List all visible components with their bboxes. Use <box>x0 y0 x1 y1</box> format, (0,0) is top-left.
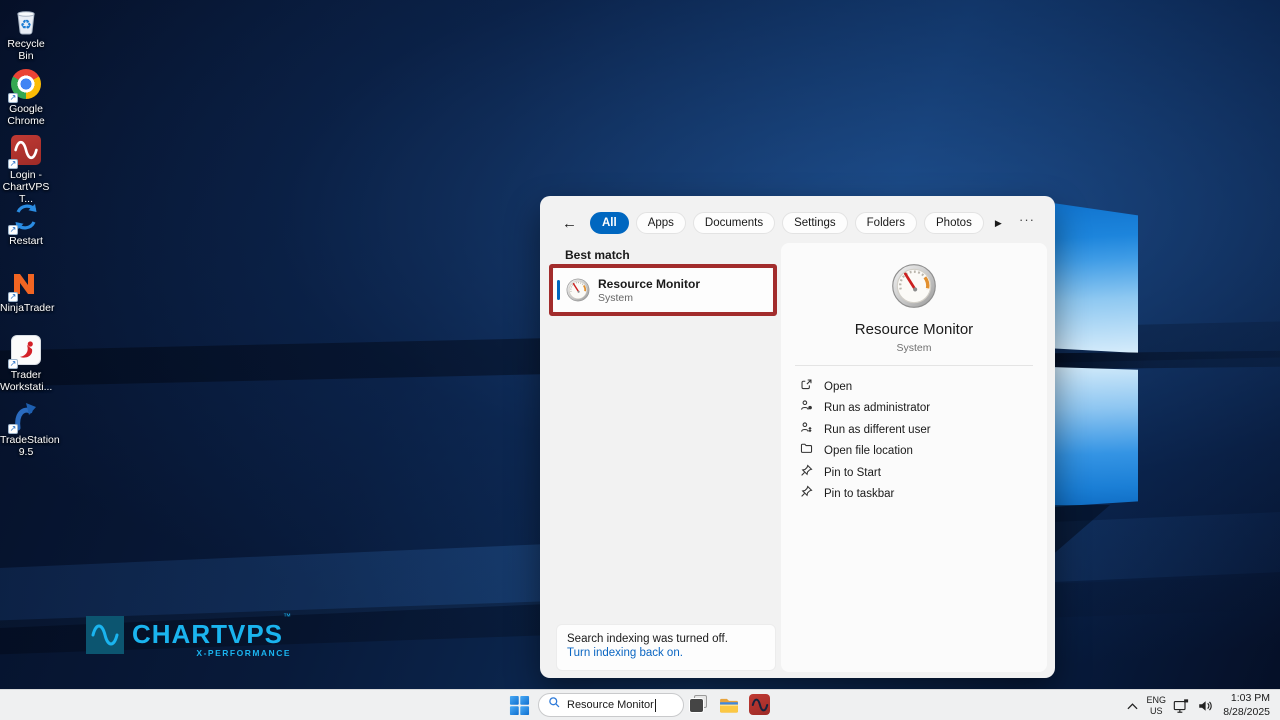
network-icon[interactable] <box>1169 698 1193 714</box>
search-icon <box>548 696 561 714</box>
action-pin-to-start[interactable]: Pin to Start <box>791 462 1037 483</box>
tab-documents[interactable]: Documents <box>692 212 776 234</box>
brand-name: CHARTVPS <box>132 619 284 649</box>
desktop-icon-restart[interactable]: ↗ Restart <box>0 201 52 248</box>
desktop-icon-label: Google Chrome <box>7 103 45 127</box>
pin-icon <box>791 463 813 482</box>
best-match-section-label: Best match <box>565 248 630 262</box>
start-button[interactable] <box>509 695 530 716</box>
detail-title: Resource Monitor <box>854 321 974 338</box>
open-icon <box>791 378 813 396</box>
svg-text:♻: ♻ <box>20 17 32 32</box>
wallpaper-shadow-wedge <box>1050 505 1110 557</box>
indexing-notice-link[interactable]: Turn indexing back on. <box>567 647 765 659</box>
result-subtitle: System <box>598 291 634 304</box>
chartvps-watermark: CHARTVPS™ X-PERFORMANCE <box>86 612 291 658</box>
clock[interactable]: 1:03 PM 8/28/2025 <box>1223 692 1270 718</box>
desktop-icon-label: Trader Workstati... <box>0 369 53 393</box>
desktop-icon-google-chrome[interactable]: ↗ Google Chrome <box>0 68 52 128</box>
text-caret <box>654 698 656 712</box>
chartvps-logo-icon <box>86 616 124 654</box>
wallpaper-windows-logo-top-pane <box>1050 202 1138 353</box>
shortcut-arrow-icon: ↗ <box>8 424 18 434</box>
tray-chevron-up-icon[interactable] <box>1121 697 1143 715</box>
tab-folders[interactable]: Folders <box>854 212 918 234</box>
desktop-icon-label: NinjaTrader <box>0 302 55 314</box>
system-tray: ENG US 1:03 PM 8/28/2025 <box>1121 690 1280 720</box>
run-as-admin-icon <box>791 399 813 417</box>
resource-monitor-gauge-icon <box>566 278 590 302</box>
wallpaper-windows-logo-bottom-pane <box>1050 367 1138 507</box>
action-run-as-different-user[interactable]: Run as different user <box>791 419 1037 440</box>
desktop-icon-label: Login - ChartVPS T... <box>2 169 50 205</box>
shortcut-arrow-icon: ↗ <box>8 292 18 302</box>
action-open[interactable]: Open <box>791 376 1037 397</box>
more-tabs-icon[interactable]: ▶ <box>995 218 1002 229</box>
detail-subtitle: System <box>896 342 932 354</box>
desktop-icon-label: TradeStation 9.5 <box>0 434 60 458</box>
shortcut-arrow-icon: ↗ <box>8 359 18 369</box>
desktop: ♻ Recycle Bin ↗ Google Chrome ↗ Login - … <box>0 0 1280 720</box>
result-title: Resource Monitor <box>598 276 701 291</box>
desktop-icon-label: Recycle Bin <box>7 38 45 62</box>
action-open-file-location[interactable]: Open file location <box>791 441 1037 462</box>
chartvps-taskbar-icon[interactable] <box>749 694 770 715</box>
desktop-icon-tradestation[interactable]: ↗ TradeStation 9.5 <box>0 400 60 459</box>
run-as-user-icon <box>791 421 813 439</box>
brand-tm: ™ <box>283 612 292 621</box>
shortcut-arrow-icon: ↗ <box>8 93 18 103</box>
tab-settings[interactable]: Settings <box>782 212 848 234</box>
shortcut-arrow-icon: ↗ <box>8 159 18 169</box>
tab-photos[interactable]: Photos <box>924 212 984 234</box>
selection-accent-bar <box>557 280 560 300</box>
best-match-result[interactable]: Resource Monitor System <box>553 268 773 312</box>
language-indicator[interactable]: ENG US <box>1143 695 1169 716</box>
desktop-icon-recycle-bin[interactable]: ♻ Recycle Bin <box>0 4 52 63</box>
stack-front-square <box>690 699 703 712</box>
indexing-notice-text: Search indexing was turned off. <box>567 633 728 645</box>
search-flyout-panel: ← All Apps Documents Settings Folders Ph… <box>540 196 1055 678</box>
back-icon[interactable]: ← <box>562 215 577 232</box>
recycle-bin-icon: ♻ <box>10 11 42 40</box>
pin-icon <box>791 485 813 503</box>
folder-icon <box>791 442 813 460</box>
taskbar: Resource Monitor ENG US 1:03 PM 8/28/202… <box>0 689 1280 720</box>
desktop-icon-ninjatrader[interactable]: ↗ NinjaTrader <box>0 268 55 315</box>
divider <box>795 365 1033 366</box>
window-stack-icon[interactable] <box>689 694 711 716</box>
desktop-icon-label: Restart <box>9 235 43 247</box>
action-run-as-administrator[interactable]: Run as administrator <box>791 398 1037 419</box>
volume-icon[interactable] <box>1193 698 1217 714</box>
desktop-icon-chartvps-login[interactable]: ↗ Login - ChartVPS T... <box>0 134 52 205</box>
search-filter-tabs: ← All Apps Documents Settings Folders Ph… <box>562 209 1007 237</box>
wallpaper-horizon-line <box>1050 350 1280 370</box>
indexing-notice-card: Search indexing was turned off. Turn ind… <box>556 624 776 671</box>
search-input-value: Resource Monitor <box>567 699 654 711</box>
result-detail-pane: Resource Monitor System Open Run as admi… <box>781 243 1047 672</box>
tab-apps[interactable]: Apps <box>635 212 686 234</box>
taskbar-search-input[interactable]: Resource Monitor <box>538 693 684 717</box>
resource-monitor-gauge-icon-large <box>891 263 937 309</box>
action-pin-to-taskbar[interactable]: Pin to taskbar <box>791 484 1037 505</box>
shortcut-arrow-icon: ↗ <box>8 225 18 235</box>
tab-all[interactable]: All <box>590 212 629 234</box>
more-options-icon[interactable]: ··· <box>1019 212 1035 227</box>
file-explorer-icon[interactable] <box>718 694 740 716</box>
desktop-icon-trader-workstation[interactable]: ↗ Trader Workstati... <box>0 334 52 394</box>
